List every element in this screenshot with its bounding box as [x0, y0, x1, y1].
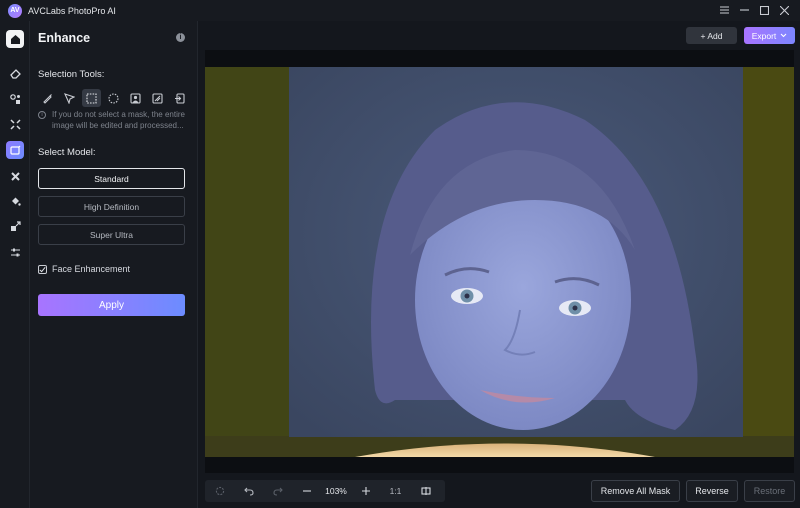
tool-rail	[0, 21, 30, 508]
butterfly-icon	[10, 171, 20, 181]
transform-tool-button[interactable]	[6, 115, 24, 133]
add-button[interactable]: + Add	[686, 27, 737, 44]
fill-tool-button[interactable]	[6, 192, 24, 210]
info-icon[interactable]: i	[176, 33, 185, 42]
app-logo: AV	[8, 3, 22, 18]
zoom-in-icon[interactable]	[351, 480, 380, 502]
import-icon	[175, 92, 185, 104]
info-small-icon: i	[38, 111, 46, 119]
enhance-panel: Enhance i Selection Tools: i If you do n…	[30, 21, 198, 508]
minimize-icon[interactable]	[734, 2, 754, 18]
enhance-tool-button[interactable]	[6, 141, 24, 159]
auto-select-tool[interactable]	[148, 89, 167, 107]
selection-tools-label: Selection Tools:	[38, 69, 105, 80]
lasso-tool[interactable]	[60, 89, 79, 107]
selection-tools	[38, 89, 189, 107]
brush-icon	[43, 93, 52, 104]
image-canvas[interactable]	[205, 50, 794, 473]
rectangle-select-tool[interactable]	[82, 89, 101, 107]
adjust-tool-button[interactable]	[6, 243, 24, 261]
polygon-lasso-icon	[64, 92, 75, 104]
home-button[interactable]	[6, 30, 24, 48]
sliders-icon	[10, 248, 20, 256]
export-button[interactable]: Export	[744, 27, 795, 44]
undo-icon[interactable]	[234, 480, 263, 502]
close-icon[interactable]	[774, 2, 794, 18]
object-tool-button[interactable]	[6, 90, 24, 108]
mask-hint: i If you do not select a mask, the entir…	[38, 109, 190, 131]
home-icon	[10, 34, 20, 44]
import-mask-tool[interactable]	[170, 89, 189, 107]
ellipse-select-tool[interactable]	[104, 89, 123, 107]
menu-icon[interactable]	[714, 2, 734, 18]
remove-all-mask-button[interactable]: Remove All Mask	[591, 480, 680, 502]
canvas-toolbar: 103% 1:1	[205, 480, 445, 502]
zoom-out-icon[interactable]	[292, 480, 321, 502]
redo-icon[interactable]	[263, 480, 292, 502]
resize-icon	[10, 220, 21, 231]
maximize-icon[interactable]	[754, 2, 774, 18]
reverse-button[interactable]: Reverse	[686, 480, 738, 502]
main-area: + Add Export 103% 1:1 Remove All Mask Re…	[199, 21, 800, 508]
portrait-select-tool[interactable]	[126, 89, 145, 107]
face-enhancement-label: Face Enhancement	[52, 264, 131, 274]
auto-select-icon	[152, 92, 163, 104]
model-high-definition-button[interactable]: High Definition	[38, 196, 185, 217]
chevron-down-icon	[780, 33, 787, 38]
ellipse-select-icon	[108, 92, 119, 104]
paint-bucket-icon	[11, 197, 21, 206]
enhance-icon	[9, 145, 20, 155]
brush-tool[interactable]	[38, 89, 57, 107]
rectangle-select-icon	[86, 92, 97, 104]
portrait-icon	[130, 92, 141, 104]
apply-button[interactable]: Apply	[38, 294, 185, 316]
face-enhancement-row[interactable]: Face Enhancement	[38, 264, 130, 274]
face-enhancement-checkbox[interactable]	[38, 264, 47, 274]
eraser-icon	[9, 68, 21, 79]
select-model-label: Select Model:	[38, 147, 96, 158]
shapes-icon	[9, 93, 20, 104]
zoom-level: 103%	[325, 486, 347, 496]
eraser-tool-button[interactable]	[6, 64, 24, 82]
model-super-ultra-button[interactable]: Super Ultra	[38, 224, 185, 245]
window-controls	[714, 2, 794, 18]
colorize-tool-button[interactable]	[6, 167, 24, 185]
expand-icon	[9, 118, 21, 130]
model-standard-button[interactable]: Standard	[38, 168, 185, 189]
panel-title: Enhance	[38, 31, 91, 45]
reset-icon[interactable]	[205, 480, 234, 502]
title-bar: AV AVCLabs PhotoPro AI	[0, 0, 800, 21]
actual-size-button[interactable]: 1:1	[380, 480, 411, 502]
restore-button[interactable]: Restore	[744, 480, 795, 502]
app-title: AVCLabs PhotoPro AI	[28, 5, 116, 16]
compare-icon[interactable]	[411, 480, 440, 502]
photo-preview	[205, 67, 794, 457]
hint-text: If you do not select a mask, the entire …	[52, 110, 185, 130]
resize-tool-button[interactable]	[6, 217, 24, 235]
